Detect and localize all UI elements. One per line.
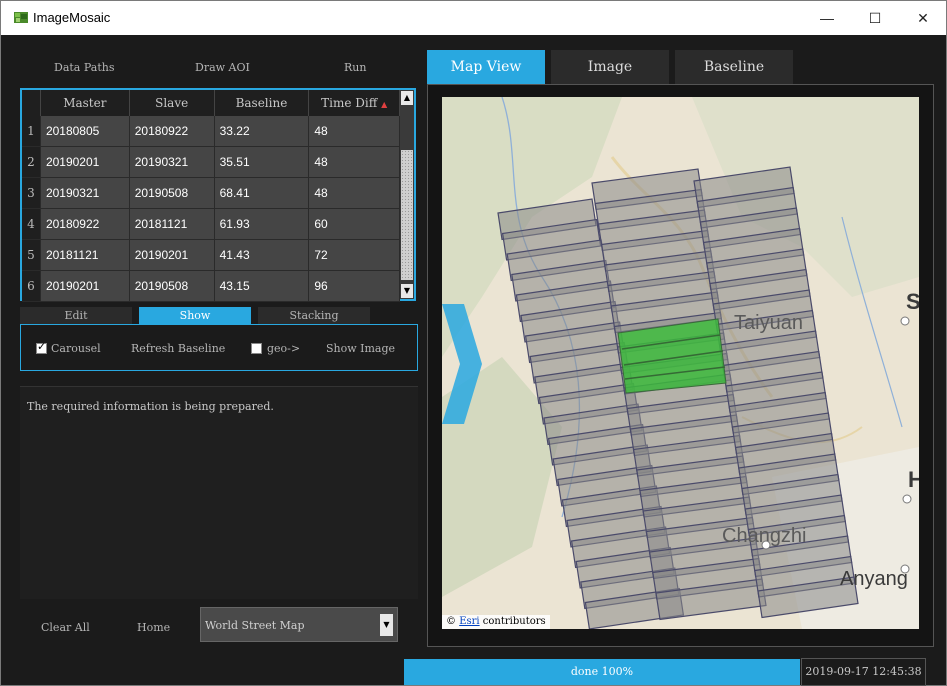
tab-image[interactable]: Image	[551, 50, 669, 84]
city-marker-icon	[900, 564, 910, 574]
header-master[interactable]: Master	[40, 90, 130, 116]
draw-aoi-button[interactable]: Draw AOI	[195, 61, 250, 74]
cell-time-diff[interactable]: 60	[308, 208, 400, 240]
row-index[interactable]: 3	[22, 177, 41, 209]
map-attribution: © Esri contributors	[442, 615, 550, 629]
header-time-diff[interactable]: Time Diff ▲	[308, 90, 400, 116]
header-time-diff-label: Time Diff	[321, 96, 378, 110]
basemap-value: World Street Map	[205, 619, 305, 632]
close-icon: ✕	[917, 9, 929, 26]
cell-slave[interactable]: 20190508	[129, 177, 215, 209]
title-bar: ImageMosaic — ☐ ✕	[1, 1, 946, 35]
city-marker-icon	[902, 494, 912, 504]
map-view[interactable]: Taiyuan Changzhi Anyang S H © Esri contr…	[442, 97, 919, 629]
cell-baseline[interactable]: 35.51	[214, 146, 310, 178]
cell-baseline[interactable]: 41.43	[214, 239, 310, 271]
esri-link[interactable]: Esri	[459, 616, 479, 627]
map-label-taiyuan: Taiyuan	[734, 312, 803, 334]
maximize-icon: ☐	[868, 9, 882, 26]
data-paths-button[interactable]: Data Paths	[54, 61, 114, 74]
cell-master[interactable]: 20190321	[40, 177, 130, 209]
cell-slave[interactable]: 20180922	[129, 116, 215, 147]
cell-time-diff[interactable]: 48	[308, 177, 400, 209]
carousel-label[interactable]: Carousel	[51, 342, 101, 355]
clear-all-button[interactable]: Clear All	[41, 621, 90, 634]
minimize-icon: —	[820, 10, 834, 26]
map-canvas[interactable]: Taiyuan Changzhi Anyang S H	[442, 97, 919, 629]
cell-slave[interactable]: 20190508	[129, 270, 215, 302]
map-label-s: S	[906, 289, 919, 314]
cell-master[interactable]: 20180805	[40, 116, 130, 147]
progress-bar: done 100%	[404, 659, 800, 685]
sort-desc-icon: ▲	[381, 100, 388, 109]
attribution-prefix: ©	[446, 616, 456, 627]
table-scrollbar[interactable]: ▲ ▼	[400, 90, 414, 299]
pair-table: Master Slave Baseline Time Diff ▲ 1 20180…	[20, 88, 416, 302]
scrollbar-thumb[interactable]	[401, 150, 413, 280]
table-row[interactable]: 1 20180805 20180922 33.22 48	[22, 116, 400, 147]
panel-toggle-arrow-icon[interactable]	[442, 304, 482, 424]
cell-master[interactable]: 20190201	[40, 146, 130, 178]
cell-baseline[interactable]: 33.22	[214, 116, 310, 147]
tab-stacking[interactable]: Stacking	[258, 307, 370, 324]
table-row[interactable]: 5 20181121 20190201 41.43 72	[22, 239, 400, 271]
app-icon	[14, 12, 28, 23]
header-index	[22, 90, 41, 116]
city-marker-icon	[900, 316, 910, 326]
basemap-select[interactable]: World Street Map ▼	[200, 607, 398, 642]
cell-baseline[interactable]: 43.15	[214, 270, 310, 302]
refresh-baseline-button[interactable]: Refresh Baseline	[131, 342, 225, 355]
cell-master[interactable]: 20181121	[40, 239, 130, 271]
map-label-h: H	[908, 467, 919, 492]
table-header-row: Master Slave Baseline Time Diff ▲	[22, 90, 400, 116]
home-button[interactable]: Home	[137, 621, 170, 634]
cell-time-diff[interactable]: 48	[308, 146, 400, 178]
tab-baseline[interactable]: Baseline	[675, 50, 793, 84]
table-row[interactable]: 4 20180922 20181121 61.93 60	[22, 208, 400, 240]
log-panel: The required information is being prepar…	[20, 386, 418, 599]
scroll-up-icon[interactable]: ▲	[401, 91, 413, 105]
row-index[interactable]: 5	[22, 239, 41, 271]
row-index[interactable]: 2	[22, 146, 41, 178]
cell-slave[interactable]: 20181121	[129, 208, 215, 240]
close-button[interactable]: ✕	[900, 1, 946, 35]
tab-show[interactable]: Show	[139, 307, 251, 324]
geo-checkbox[interactable]	[251, 343, 262, 354]
timestamp: 2019-09-17 12:45:38	[801, 658, 926, 686]
scroll-down-icon[interactable]: ▼	[401, 284, 413, 298]
maximize-button[interactable]: ☐	[852, 1, 898, 35]
city-marker-icon	[761, 540, 771, 550]
map-label-anyang: Anyang	[840, 568, 908, 590]
cell-master[interactable]: 20190201	[40, 270, 130, 302]
cell-time-diff[interactable]: 96	[308, 270, 400, 302]
cell-master[interactable]: 20180922	[40, 208, 130, 240]
cell-time-diff[interactable]: 48	[308, 116, 400, 147]
carousel-checkbox[interactable]	[36, 340, 47, 354]
cell-slave[interactable]: 20190201	[129, 239, 215, 271]
row-index[interactable]: 1	[22, 116, 41, 147]
cell-baseline[interactable]: 61.93	[214, 208, 310, 240]
table-row[interactable]: 6 20190201 20190508 43.15 96	[22, 270, 400, 302]
geo-label[interactable]: geo->	[267, 342, 300, 355]
cell-slave[interactable]: 20190321	[129, 146, 215, 178]
chevron-down-icon[interactable]: ▼	[380, 614, 393, 636]
row-index[interactable]: 4	[22, 208, 41, 240]
app-window: ImageMosaic — ☐ ✕ Data Paths Draw AOI Ru…	[0, 0, 947, 686]
attribution-text: contributors	[479, 616, 546, 627]
show-image-button[interactable]: Show Image	[326, 342, 395, 355]
log-message: The required information is being prepar…	[27, 400, 274, 413]
pair-grid: Master Slave Baseline Time Diff ▲ 1 20180…	[22, 90, 400, 302]
run-button[interactable]: Run	[344, 61, 366, 74]
row-index[interactable]: 6	[22, 270, 41, 302]
cell-baseline[interactable]: 68.41	[214, 177, 310, 209]
cell-time-diff[interactable]: 72	[308, 239, 400, 271]
header-slave[interactable]: Slave	[129, 90, 215, 116]
window-title: ImageMosaic	[33, 10, 111, 25]
tab-map-view[interactable]: Map View	[427, 50, 545, 84]
minimize-button[interactable]: —	[804, 1, 850, 35]
table-row[interactable]: 3 20190321 20190508 68.41 48	[22, 177, 400, 209]
header-baseline[interactable]: Baseline	[214, 90, 310, 116]
tab-edit[interactable]: Edit	[20, 307, 132, 324]
table-row[interactable]: 2 20190201 20190321 35.51 48	[22, 146, 400, 178]
